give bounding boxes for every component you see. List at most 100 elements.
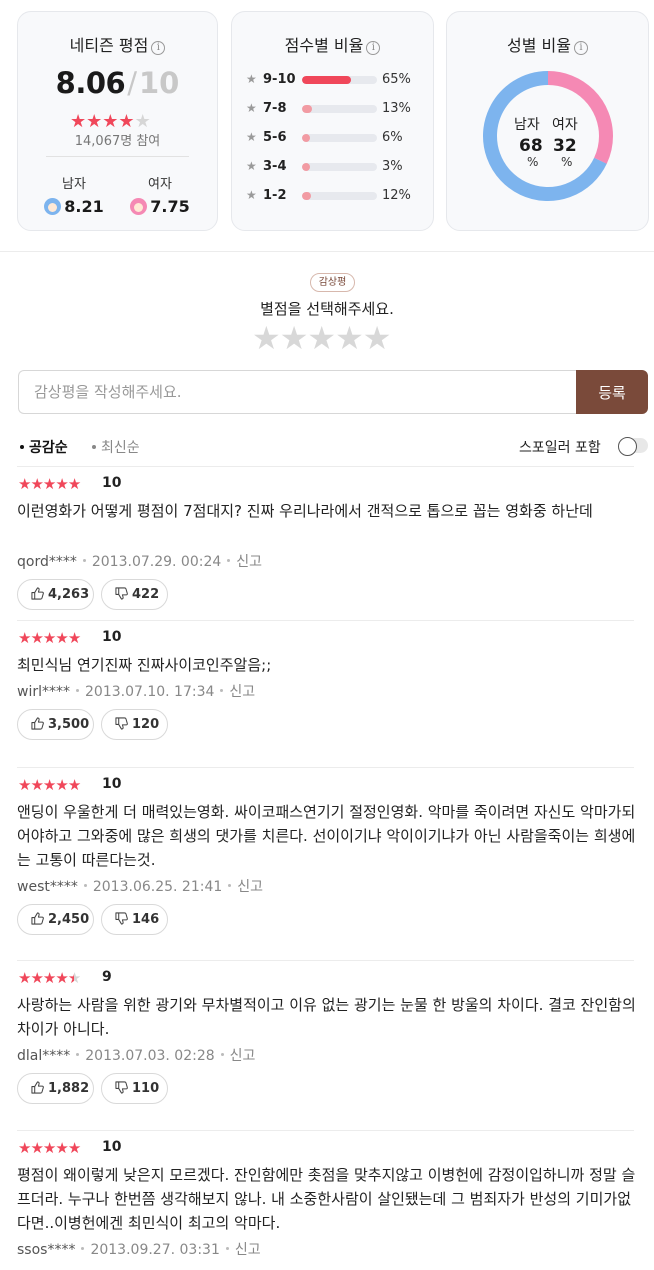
review-text: 사랑하는 사람을 위한 광기와 무차별적이고 이유 없는 광기는 눈물 한 방울… [17,996,636,1038]
report-link[interactable]: 신고 [230,1048,256,1064]
netizen-rating-title: 네티즌 평점 i [18,32,217,56]
review-text: 최민식님 연기진짜 진짜사이코인주알음;; [17,656,272,674]
info-icon[interactable]: i [366,41,381,55]
score-range: 9-10 [263,72,296,87]
review-user[interactable]: west**** [17,879,78,895]
thumbs-down-icon [115,1081,128,1094]
review-meta: wirl**** 2013.07.10. 17:34 신고 [17,681,255,701]
score-range: 7-8 [263,101,287,116]
info-icon[interactable]: i [573,41,588,55]
info-icon[interactable]: i [151,41,166,55]
meta-separator [76,1053,80,1056]
star-icon: ★ [67,475,81,493]
sort-latest[interactable]: 최신순 [92,437,140,457]
review-date: 2013.07.10. 17:34 [85,684,215,700]
sort-latest-label: 최신순 [101,440,140,456]
ratio-bar-fill [302,163,310,171]
dislike-count: 146 [132,912,160,927]
review-user[interactable]: ssos**** [17,1242,75,1258]
review-user[interactable]: dlal**** [17,1048,70,1064]
star-rating-selector[interactable]: ★★★★★ [252,319,391,357]
dislike-button[interactable]: 110 [101,1073,168,1104]
like-count: 2,450 [48,912,90,927]
thumbs-down-icon [115,912,128,925]
review-divider [17,1130,634,1131]
thumbs-up-icon [31,587,44,600]
female-label: 여자 [148,177,172,192]
star-icon: ★ [42,629,56,647]
female-score: 7.75 [150,197,190,216]
star-icon: ★ [18,969,31,987]
star-icon: ★ [42,475,56,493]
review-stars: ★★★★★ [18,1139,81,1157]
score-slash: / [127,66,137,100]
submit-button[interactable]: 등록 [576,370,648,414]
star-icon: ★ [55,1139,68,1157]
star-icon: ★ [67,776,81,794]
score-range: 1-2 [263,188,287,203]
report-link[interactable]: 신고 [229,684,255,700]
report-link[interactable]: 신고 [235,1242,261,1258]
review-date: 2013.09.27. 03:31 [90,1242,220,1258]
like-button[interactable]: 3,500 [17,709,94,740]
review-meta: qord**** 2013.07.29. 00:24 신고 [17,551,262,571]
dislike-button[interactable]: 422 [101,579,168,610]
star-icon: ★ [30,776,43,794]
review-score: 10 [102,776,122,792]
review-input[interactable] [18,370,578,414]
female-percent: 32 [553,136,577,156]
thumbs-up-icon [31,717,44,730]
dislike-button[interactable]: 146 [101,904,168,935]
ratio-bar-track [302,163,377,171]
section-divider [0,251,654,252]
thumbs-down-icon [115,717,128,730]
review-stars: ★★★★★ [18,969,81,987]
star-icon: ★ [134,111,151,132]
thumbs-up-icon [31,1081,44,1094]
review-tag: 감상평 [310,273,355,292]
review-score: 10 [102,1139,122,1155]
review-date: 2013.06.25. 21:41 [92,879,223,895]
star-icon: ★ [246,72,257,86]
distribution-title: 점수별 비율 i [232,32,433,56]
ratio-bar-track [302,76,377,84]
review-divider [17,620,634,621]
distribution-row: ★ 7-8 13% [246,101,426,117]
review-date: 2013.07.03. 02:28 [85,1048,215,1064]
review-meta: west**** 2013.06.25. 21:41 신고 [17,876,263,896]
review-user[interactable]: wirl**** [17,684,70,700]
meta-separator [82,559,86,562]
ratio-percent: 12% [382,188,411,203]
dislike-count: 110 [132,1081,160,1096]
score-distribution-card: 점수별 비율 i ★ 9-10 65% ★ 7-8 13% ★ 5-6 6% ★ 3-4 3% ★ 1-2 1… [231,11,434,231]
spoiler-toggle[interactable] [618,437,648,456]
review-divider [17,466,634,467]
review-meta: ssos**** 2013.09.27. 03:31 신고 [17,1239,261,1259]
rating-stats: 네티즌 평점 i 8.06/10 ★★★★★ 14,067명 참여 남자 8.21… [17,11,649,231]
ratio-bar-fill [302,105,312,113]
netizen-score: 8.06 [55,66,126,100]
like-button[interactable]: 2,450 [17,904,94,935]
half-star-icon: ★ [67,969,81,987]
dislike-button[interactable]: 120 [101,709,168,740]
netizen-rating-card: 네티즌 평점 i 8.06/10 ★★★★★ 14,067명 참여 남자 8.21… [17,11,218,231]
thumbs-down-icon [115,587,128,600]
like-button[interactable]: 4,263 [17,579,94,610]
star-icon: ★ [18,1139,31,1157]
meta-separator [227,559,231,562]
review-user[interactable]: qord**** [17,554,77,570]
distribution-row: ★ 9-10 65% [246,72,426,88]
distribution-row: ★ 3-4 3% [246,159,426,175]
report-link[interactable]: 신고 [237,879,263,895]
report-link[interactable]: 신고 [236,554,262,570]
like-button[interactable]: 1,882 [17,1073,94,1104]
ratio-percent: 65% [382,72,411,87]
score-max: 10 [138,66,180,100]
distribution-row: ★ 1-2 12% [246,188,426,204]
ratio-percent: 13% [382,101,411,116]
sort-sympathy[interactable]: 공감순 [20,437,68,457]
review-date: 2013.07.29. 00:24 [91,554,222,570]
star-icon: ★ [30,629,43,647]
star-icon: ★ [30,969,43,987]
score-range: 5-6 [263,130,287,145]
